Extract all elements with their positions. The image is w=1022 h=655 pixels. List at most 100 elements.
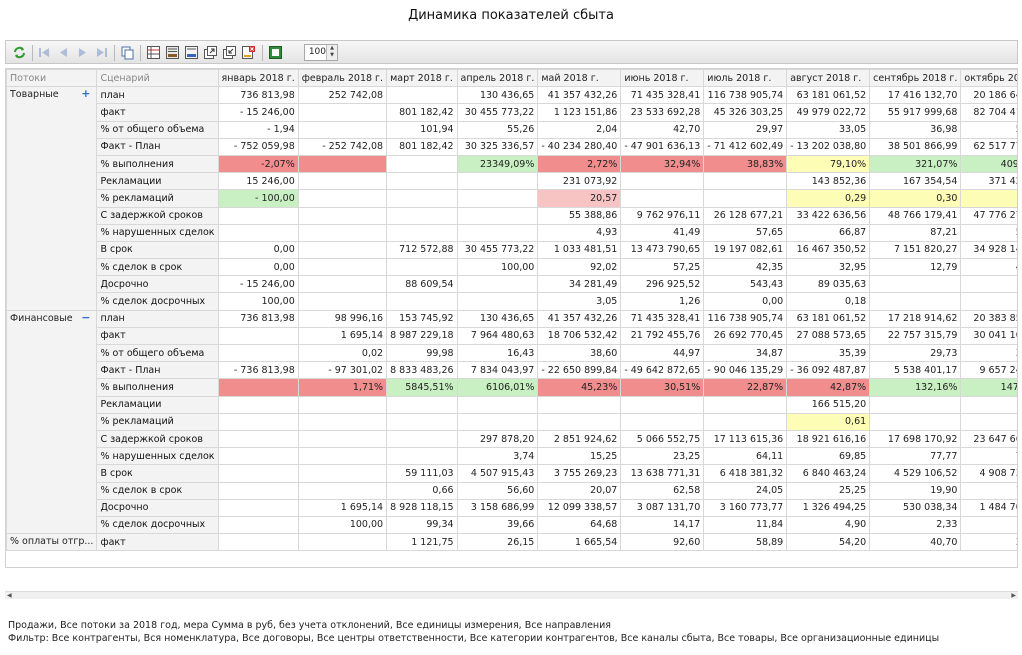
table-row: Рекламации 166 515,20 (7, 395, 1017, 414)
value-cell: 79,10% (786, 154, 871, 174)
value-cell: 69,85 (786, 447, 871, 466)
value-cell: 4 507 915,43 (456, 464, 539, 483)
table-row: % от общего объема - 1,94 101,94 55,26 2,04 4… (7, 120, 1017, 139)
value-cell (703, 412, 788, 431)
last-page-icon[interactable] (94, 45, 109, 60)
month-header[interactable]: март 2018 г. (386, 69, 458, 88)
zoom-stepper[interactable]: 100 ▲ ▼ (304, 44, 338, 61)
value-cell (386, 154, 458, 174)
value-cell: 8 987 229,18 (386, 326, 458, 346)
value-cell: 530 038,34 (869, 498, 962, 517)
prev-page-icon[interactable] (56, 45, 71, 60)
value-cell (297, 258, 388, 277)
scroll-left-icon[interactable]: ◀ (7, 592, 12, 599)
value-cell (217, 395, 299, 414)
expand-toggle-icon[interactable]: + (81, 88, 90, 100)
value-cell: 38,83% (703, 154, 788, 174)
value-cell: 27 088 573,65 (786, 326, 871, 346)
value-cell: 87,21 (869, 223, 962, 242)
flow-cell[interactable]: Товарные + (6, 86, 98, 311)
clear-icon[interactable] (241, 45, 256, 60)
refresh-icon[interactable] (12, 45, 27, 60)
value-cell: 20 383 858,40 (960, 309, 1017, 328)
value-cell: - 15 246,00 (217, 275, 299, 294)
value-cell: 34 928 145,20 (960, 240, 1017, 260)
pivot-grid: Потоки Сценарий январь 2018 г. февраль 20… (5, 68, 1018, 568)
value-cell (297, 447, 388, 466)
month-header[interactable]: июнь 2018 г. (620, 69, 705, 88)
value-cell (620, 395, 705, 414)
value-cell: 41,49 (620, 223, 705, 242)
value-cell: 20,57 (537, 189, 622, 208)
value-cell: 59 111,03 (386, 464, 458, 483)
copy-icon[interactable] (120, 45, 135, 60)
value-cell (217, 498, 299, 517)
value-cell: 1 121,75 (386, 533, 458, 552)
table-icon[interactable] (146, 45, 161, 60)
value-cell: 3 755 269,23 (537, 464, 622, 483)
scenario-cell: Досрочно (96, 275, 219, 294)
value-cell: 88 609,54 (386, 275, 458, 294)
value-cell: 34,87 (703, 343, 788, 363)
value-cell: 99,34 (386, 515, 458, 535)
value-cell: 409,70% (960, 154, 1017, 174)
value-cell (297, 412, 388, 431)
value-cell: 4,94 (960, 515, 1017, 535)
value-cell (960, 395, 1017, 414)
value-cell (869, 412, 962, 431)
scenario-cell: Досрочно (96, 498, 219, 517)
header-scenario[interactable]: Сценарий (96, 69, 219, 88)
print-icon[interactable] (184, 45, 199, 60)
value-cell: - 752 059,98 (217, 137, 299, 156)
month-header[interactable]: июль 2018 г. (703, 69, 788, 88)
value-cell: 0,00 (703, 292, 788, 311)
value-cell: 2,72% (537, 154, 622, 174)
scenario-cell: % от общего объема (96, 343, 219, 363)
value-cell: - 736 813,98 (217, 361, 299, 380)
month-header[interactable]: август 2018 г. (786, 69, 871, 88)
table-row: % рекламаций 0,61 (7, 412, 1017, 431)
month-header[interactable]: сентябрь 2018 г. (869, 69, 962, 88)
month-header[interactable]: январь 2018 г. (217, 69, 299, 88)
value-cell: 4,90 (786, 515, 871, 535)
month-header[interactable]: май 2018 г. (537, 69, 622, 88)
month-header[interactable]: октябрь 2018 г. (960, 69, 1017, 88)
value-cell (703, 395, 788, 414)
value-cell: 167 354,54 (869, 172, 962, 191)
value-cell: 1 033 481,51 (537, 240, 622, 260)
scenario-cell: план (96, 86, 219, 105)
next-page-icon[interactable] (75, 45, 90, 60)
stepper-arrows[interactable]: ▲ ▼ (326, 45, 337, 60)
value-cell: 116 738 905,74 (703, 309, 788, 328)
value-cell: 22,87% (703, 378, 788, 397)
table-row: Досрочно 1 695,14 8 928 118,15 3 158 686,99… (7, 498, 1017, 517)
value-cell (297, 429, 388, 449)
month-header[interactable]: февраль 2018 г. (297, 69, 388, 88)
table-row: % выполнения -2,07% 23349,09% 2,72% 32,94% 38… (7, 154, 1017, 174)
value-cell (869, 275, 962, 294)
value-cell: 33,05 (786, 120, 871, 139)
scenario-cell: % рекламаций (96, 412, 219, 431)
month-header[interactable]: апрель 2018 г. (456, 69, 539, 88)
first-page-icon[interactable] (37, 45, 52, 60)
horizontal-scrollbar[interactable]: ◀ ▶ (5, 591, 1018, 599)
value-cell: 15,25 (537, 447, 622, 466)
flow-cell[interactable]: Финансовые − (6, 309, 98, 535)
value-cell: 40,70 (869, 533, 962, 552)
value-cell: 1 326 494,25 (786, 498, 871, 517)
value-cell (620, 189, 705, 208)
table-row: Факт - План - 736 813,98- 97 301,02 8 833 … (7, 361, 1017, 380)
flow-cell[interactable]: % оплаты отгр... (6, 533, 98, 552)
value-cell (386, 429, 458, 449)
value-cell (456, 412, 539, 431)
value-cell: 16,34 (960, 481, 1017, 500)
collapse-toggle-icon[interactable]: − (81, 311, 90, 323)
collapse-icon[interactable] (222, 45, 237, 60)
value-cell (620, 412, 705, 431)
excel-icon[interactable] (268, 45, 283, 60)
export-icon[interactable] (165, 45, 180, 60)
expand-icon[interactable] (203, 45, 218, 60)
header-flow[interactable]: Потоки (6, 69, 98, 88)
value-cell: 100,00 (217, 292, 299, 311)
scroll-right-icon[interactable]: ▶ (1011, 592, 1016, 599)
